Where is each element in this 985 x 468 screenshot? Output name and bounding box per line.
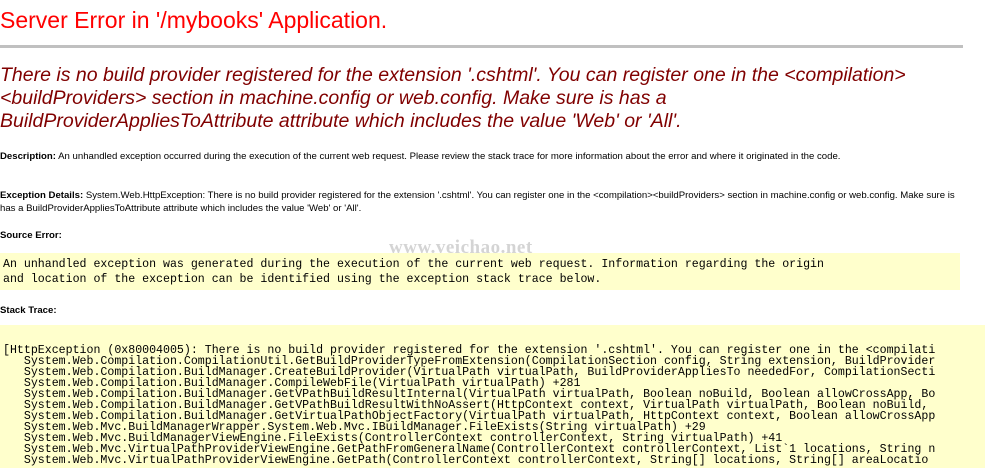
source-error-label: Source Error: <box>0 230 62 241</box>
description-text: An unhandled exception occurred during t… <box>58 151 841 162</box>
exception-details-section: Exception Details: System.Web.HttpExcept… <box>0 189 955 215</box>
exception-details-text: System.Web.HttpException: There is no bu… <box>0 190 955 214</box>
description-section: Description: An unhandled exception occu… <box>0 150 955 163</box>
stack-trace-box: [HttpException (0x80004005): There is no… <box>0 325 985 468</box>
exception-details-label: Exception Details: <box>0 190 84 201</box>
title-divider <box>0 45 963 48</box>
page-title: Server Error in '/mybooks' Application. <box>0 7 388 33</box>
watermark: www.veichao.net <box>389 237 533 258</box>
source-error-line: An unhandled exception was generated dur… <box>3 258 824 271</box>
stack-trace-line: System.Web.Mvc.VirtualPathProviderViewEn… <box>3 454 929 467</box>
source-error-line: and location of the exception can be ide… <box>3 273 602 286</box>
description-label: Description: <box>0 151 56 162</box>
stack-trace-label: Stack Trace: <box>0 305 57 316</box>
error-message: There is no build provider registered fo… <box>0 64 906 132</box>
